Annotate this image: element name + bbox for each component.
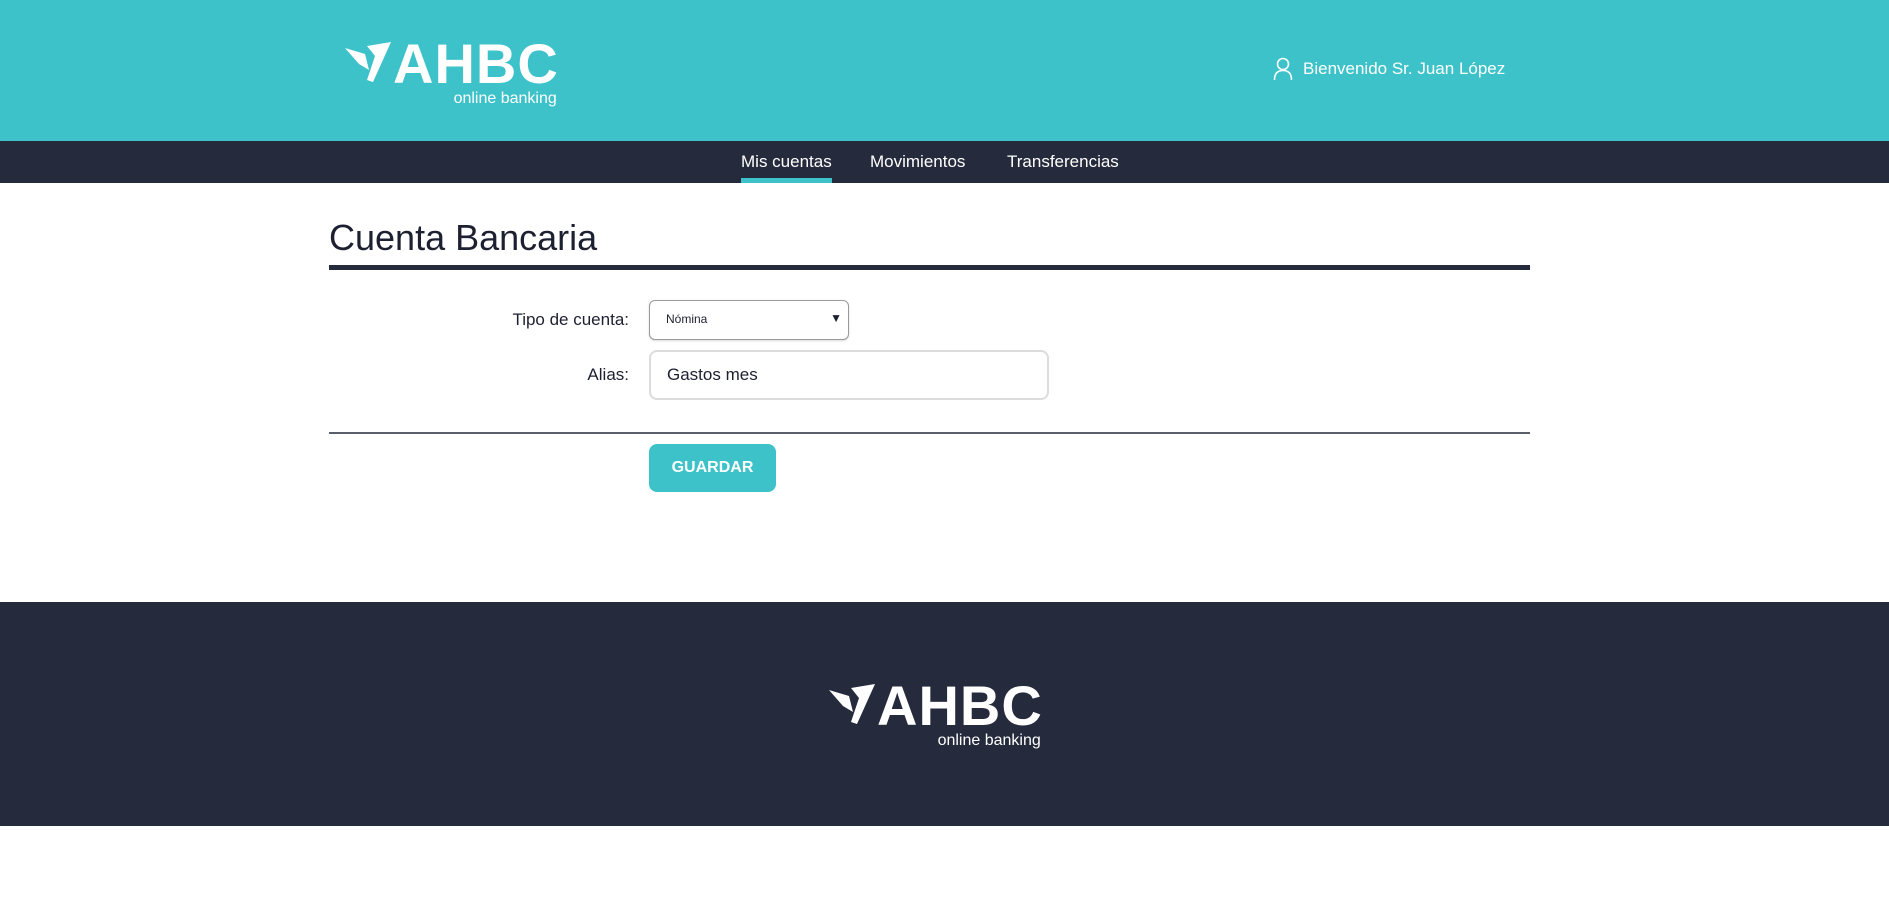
footer-logo-brand: AHBC — [877, 674, 1043, 737]
logo-tagline: online banking — [453, 90, 557, 107]
title-divider — [329, 265, 1530, 270]
footer-logo-text: AHBC online banking — [877, 674, 1043, 749]
logo-text: AHBC online banking — [393, 32, 559, 107]
header-logo[interactable]: AHBC online banking — [345, 32, 559, 107]
chevron-down-icon: ▼ — [830, 311, 842, 325]
page-title: Cuenta Bancaria — [329, 217, 598, 258]
nav-item-movimientos[interactable]: Movimientos — [870, 141, 965, 183]
nav-item-transferencias[interactable]: Transferencias — [1007, 141, 1119, 183]
account-type-select[interactable]: Nómina ▼ — [649, 300, 849, 340]
page-header: AHBC online banking Bienvenido Sr. Juan … — [0, 0, 1889, 141]
alias-label: Alias: — [587, 365, 629, 384]
user-icon — [1273, 57, 1293, 81]
nav-item-mis-cuentas[interactable]: Mis cuentas — [741, 141, 832, 183]
welcome-user[interactable]: Bienvenido Sr. Juan López — [1273, 57, 1505, 81]
bird-logo-icon — [829, 684, 875, 724]
footer-logo[interactable]: AHBC online banking — [829, 674, 1043, 749]
welcome-text: Bienvenido Sr. Juan López — [1303, 59, 1506, 78]
page-footer: AHBC online banking — [0, 602, 1889, 826]
form-divider — [329, 432, 1530, 434]
account-type-label: Tipo de cuenta: — [512, 310, 629, 329]
save-button[interactable]: GUARDAR — [649, 444, 776, 492]
account-type-selected-value: Nómina — [666, 312, 708, 326]
logo-brand: AHBC — [393, 32, 559, 95]
bird-logo-icon — [345, 42, 391, 82]
alias-input[interactable] — [649, 350, 1049, 400]
main-nav: Mis cuentas Movimientos Transferencias — [0, 141, 1889, 183]
footer-logo-tagline: online banking — [937, 732, 1041, 749]
